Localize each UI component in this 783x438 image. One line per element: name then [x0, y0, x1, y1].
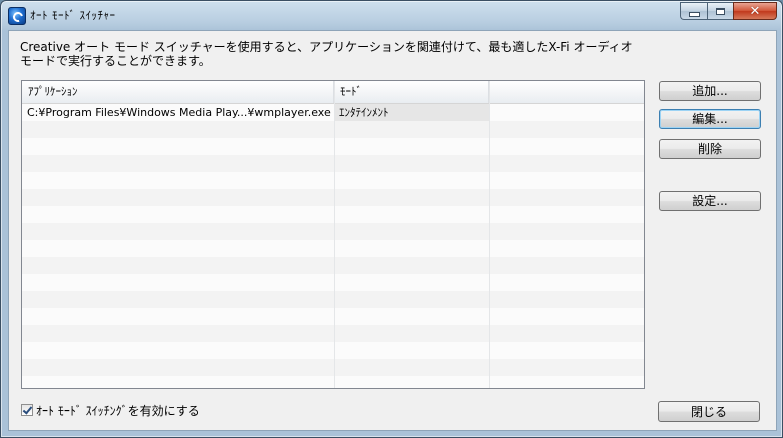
cell-mode	[334, 155, 489, 172]
cell-application	[22, 325, 334, 342]
cell-application	[22, 223, 334, 240]
cell-application	[22, 172, 334, 189]
minimize-button[interactable]	[680, 2, 707, 20]
list-item	[22, 308, 644, 325]
cell-application	[22, 308, 334, 325]
app-icon	[8, 7, 26, 25]
cell-mode	[334, 172, 489, 189]
list-item	[22, 121, 644, 138]
edit-button[interactable]: 編集...	[659, 109, 761, 129]
close-icon: ✕	[749, 3, 761, 19]
list-item	[22, 206, 644, 223]
delete-button[interactable]: 削除	[659, 139, 761, 159]
list-item	[22, 274, 644, 291]
list-item	[22, 138, 644, 155]
cell-mode	[334, 376, 489, 388]
column-divider	[489, 81, 490, 388]
cell-mode	[334, 342, 489, 359]
cell-application	[22, 138, 334, 155]
cell-mode	[334, 291, 489, 308]
cell-mode	[334, 325, 489, 342]
list-rows: C:¥Program Files¥Windows Media Play...¥w…	[22, 104, 644, 388]
cell-mode	[334, 240, 489, 257]
cell-application	[22, 359, 334, 376]
cell-mode: ｴﾝﾀﾃｲﾝﾒﾝﾄ	[334, 104, 489, 121]
cell-application	[22, 274, 334, 291]
cell-application: C:¥Program Files¥Windows Media Play...¥w…	[27, 106, 331, 119]
list-item	[22, 223, 644, 240]
list-item[interactable]: C:¥Program Files¥Windows Media Play...¥w…	[22, 104, 644, 121]
minimize-icon	[688, 11, 700, 17]
list-item	[22, 172, 644, 189]
cell-mode	[334, 308, 489, 325]
list-item	[22, 189, 644, 206]
cell-application	[22, 342, 334, 359]
cell-application	[22, 155, 334, 172]
window-title: ｵｰﾄ ﾓｰﾄﾞ ｽｲｯﾁｬｰ	[30, 9, 116, 22]
column-header-mode[interactable]: ﾓｰﾄﾞ	[334, 81, 489, 103]
cell-mode	[334, 223, 489, 240]
column-divider	[334, 81, 335, 388]
column-header-application[interactable]: ｱﾌﾟﾘｹｰｼｮﾝ	[22, 81, 334, 103]
list-item	[22, 376, 644, 388]
cell-mode	[334, 138, 489, 155]
caption-buttons: ✕	[680, 2, 777, 21]
column-header-empty	[489, 81, 644, 103]
app-window: ｵｰﾄ ﾓｰﾄﾞ ｽｲｯﾁｬｰ ✕ Creative オート モード スイッチャ…	[0, 0, 783, 438]
title-bar[interactable]: ｵｰﾄ ﾓｰﾄﾞ ｽｲｯﾁｬｰ ✕	[1, 1, 782, 29]
list-item	[22, 155, 644, 172]
cell-mode	[334, 189, 489, 206]
cell-application	[22, 257, 334, 274]
cell-application	[22, 121, 334, 138]
list-item	[22, 291, 644, 308]
list-item	[22, 240, 644, 257]
application-list[interactable]: ｱﾌﾟﾘｹｰｼｮﾝ ﾓｰﾄﾞ C:¥Program Files¥Windows …	[21, 80, 645, 389]
maximize-icon	[716, 7, 725, 15]
settings-button[interactable]: 設定...	[659, 191, 761, 211]
list-item	[22, 342, 644, 359]
cell-application	[22, 376, 334, 388]
add-button[interactable]: 追加...	[659, 81, 761, 101]
cell-mode	[334, 257, 489, 274]
list-item	[22, 257, 644, 274]
cell-application	[22, 291, 334, 308]
list-item	[22, 325, 644, 342]
cell-mode	[334, 121, 489, 138]
description-text: Creative オート モード スイッチャーを使用すると、アプリケーションを関…	[20, 40, 633, 68]
cell-application	[22, 240, 334, 257]
cell-mode	[334, 359, 489, 376]
auto-switch-checkbox-group[interactable]: ｵｰﾄ ﾓｰﾄﾞ ｽｲｯﾁﾝｸﾞを有効にする	[21, 402, 200, 418]
close-window-button[interactable]: ✕	[733, 2, 777, 20]
cell-mode	[334, 206, 489, 223]
maximize-button[interactable]	[707, 2, 733, 20]
auto-switch-checkbox[interactable]	[21, 404, 33, 416]
cell-application	[22, 189, 334, 206]
dialog-client-area: Creative オート モード スイッチャーを使用すると、アプリケーションを関…	[8, 30, 777, 431]
close-button[interactable]: 閉じる	[658, 401, 760, 422]
list-header: ｱﾌﾟﾘｹｰｼｮﾝ ﾓｰﾄﾞ	[22, 81, 644, 104]
auto-switch-label[interactable]: ｵｰﾄ ﾓｰﾄﾞ ｽｲｯﾁﾝｸﾞを有効にする	[36, 402, 200, 419]
cell-mode	[334, 274, 489, 291]
cell-application	[22, 206, 334, 223]
list-item	[22, 359, 644, 376]
